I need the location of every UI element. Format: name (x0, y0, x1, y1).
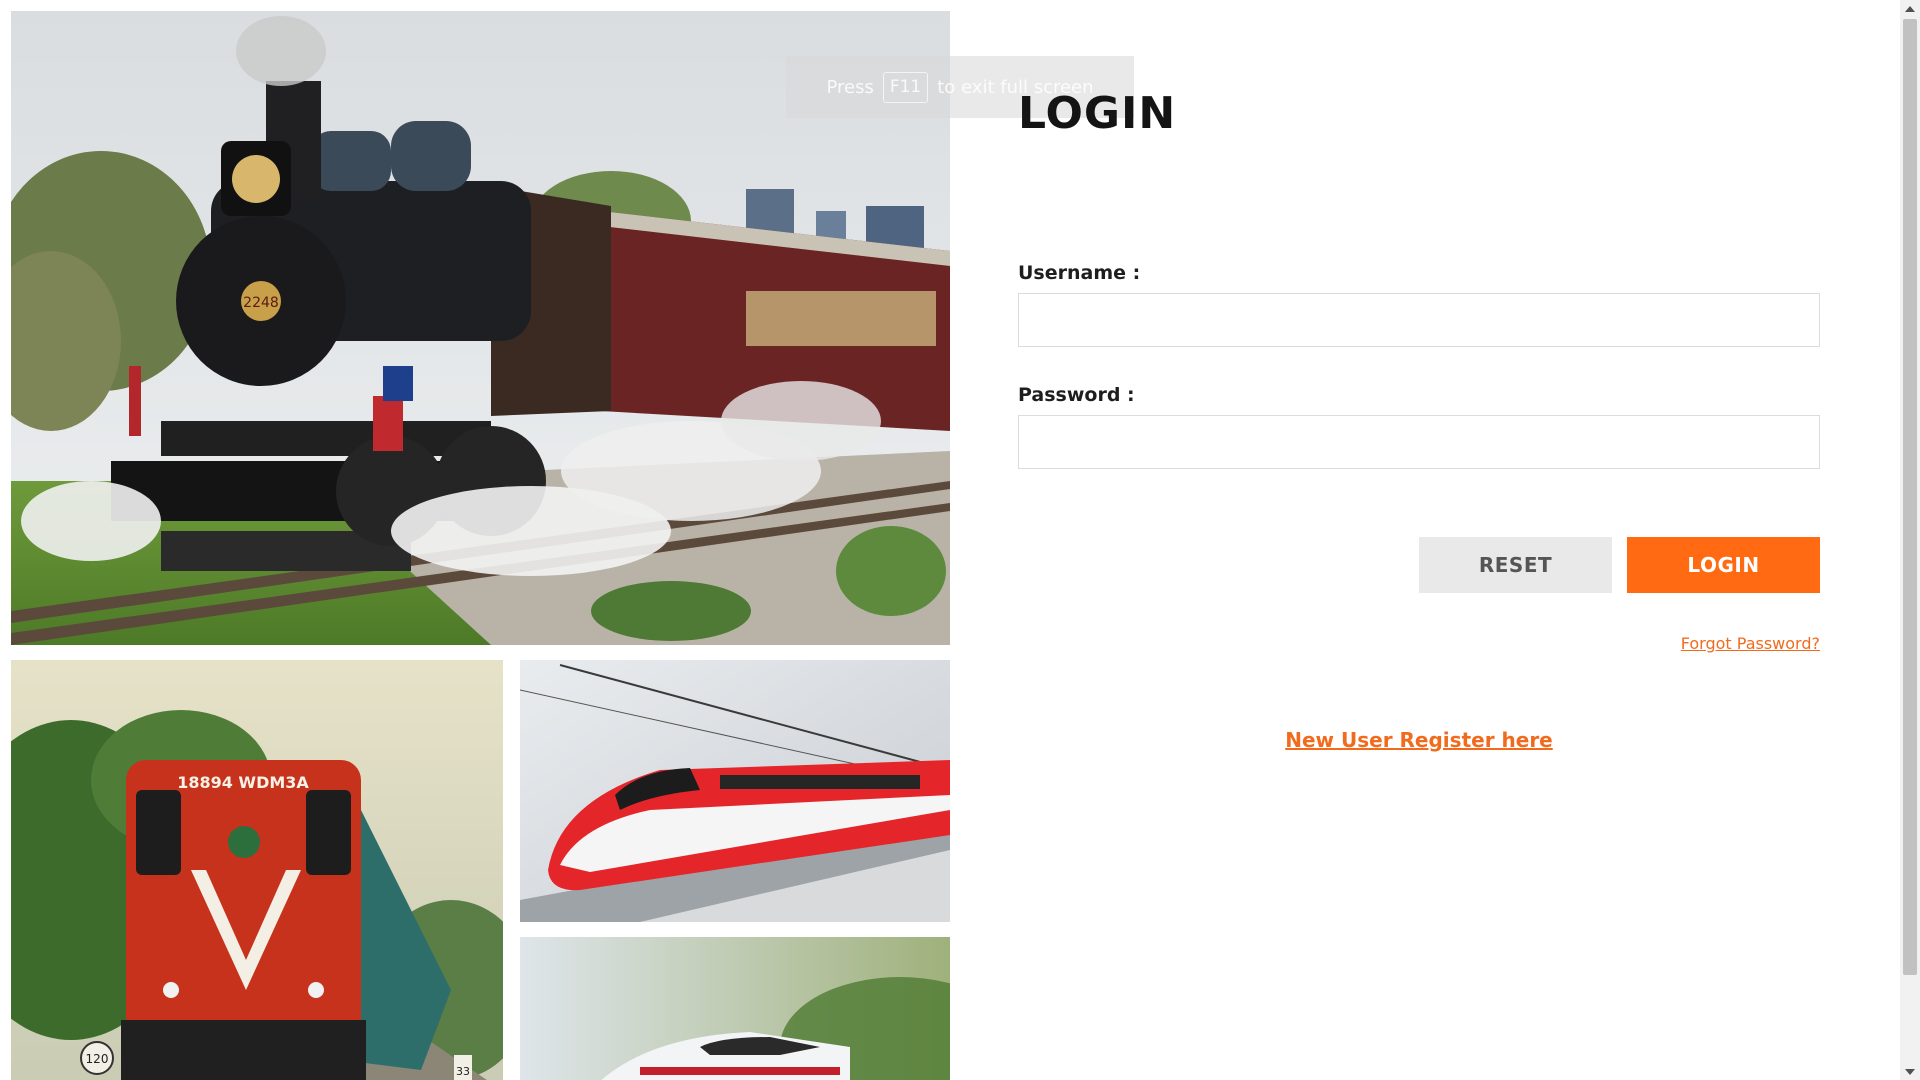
diesel-engine-number: 18894 WDM3A (177, 773, 309, 792)
speed-sign-text: 120 (86, 1052, 109, 1066)
username-input[interactable] (1018, 293, 1820, 347)
white-highspeed-train-image (520, 937, 950, 1080)
forgot-password-link[interactable]: Forgot Password? (1681, 634, 1820, 653)
password-label: Password : (1018, 384, 1135, 406)
scroll-up-arrow-icon[interactable] (1900, 0, 1920, 17)
post-sign-text: 33 (456, 1065, 470, 1078)
reset-button[interactable]: RESET (1419, 537, 1612, 593)
scrollbar-thumb[interactable] (1903, 19, 1917, 975)
red-highspeed-train-image (520, 660, 950, 922)
f11-key-badge: F11 (882, 71, 929, 103)
diesel-locomotive-image: 18894 WDM3A 120 33 (11, 660, 503, 1080)
password-input[interactable] (1018, 415, 1820, 469)
steam-engine-number: 2248 (243, 295, 279, 311)
login-button[interactable]: LOGIN (1627, 537, 1820, 593)
new-user-register-link[interactable]: New User Register here (1018, 728, 1820, 752)
fullscreen-hint-prefix: Press (826, 76, 874, 98)
vertical-scrollbar[interactable] (1900, 0, 1920, 1080)
login-title: LOGIN (1018, 88, 1177, 139)
scroll-down-arrow-icon[interactable] (1900, 1063, 1920, 1080)
login-panel: LOGIN Username : Password : RESET LOGIN … (1018, 0, 1820, 1080)
train-image-mosaic: 2248 18894 WDM3A 120 33 (11, 11, 950, 1080)
username-label: Username : (1018, 262, 1141, 284)
